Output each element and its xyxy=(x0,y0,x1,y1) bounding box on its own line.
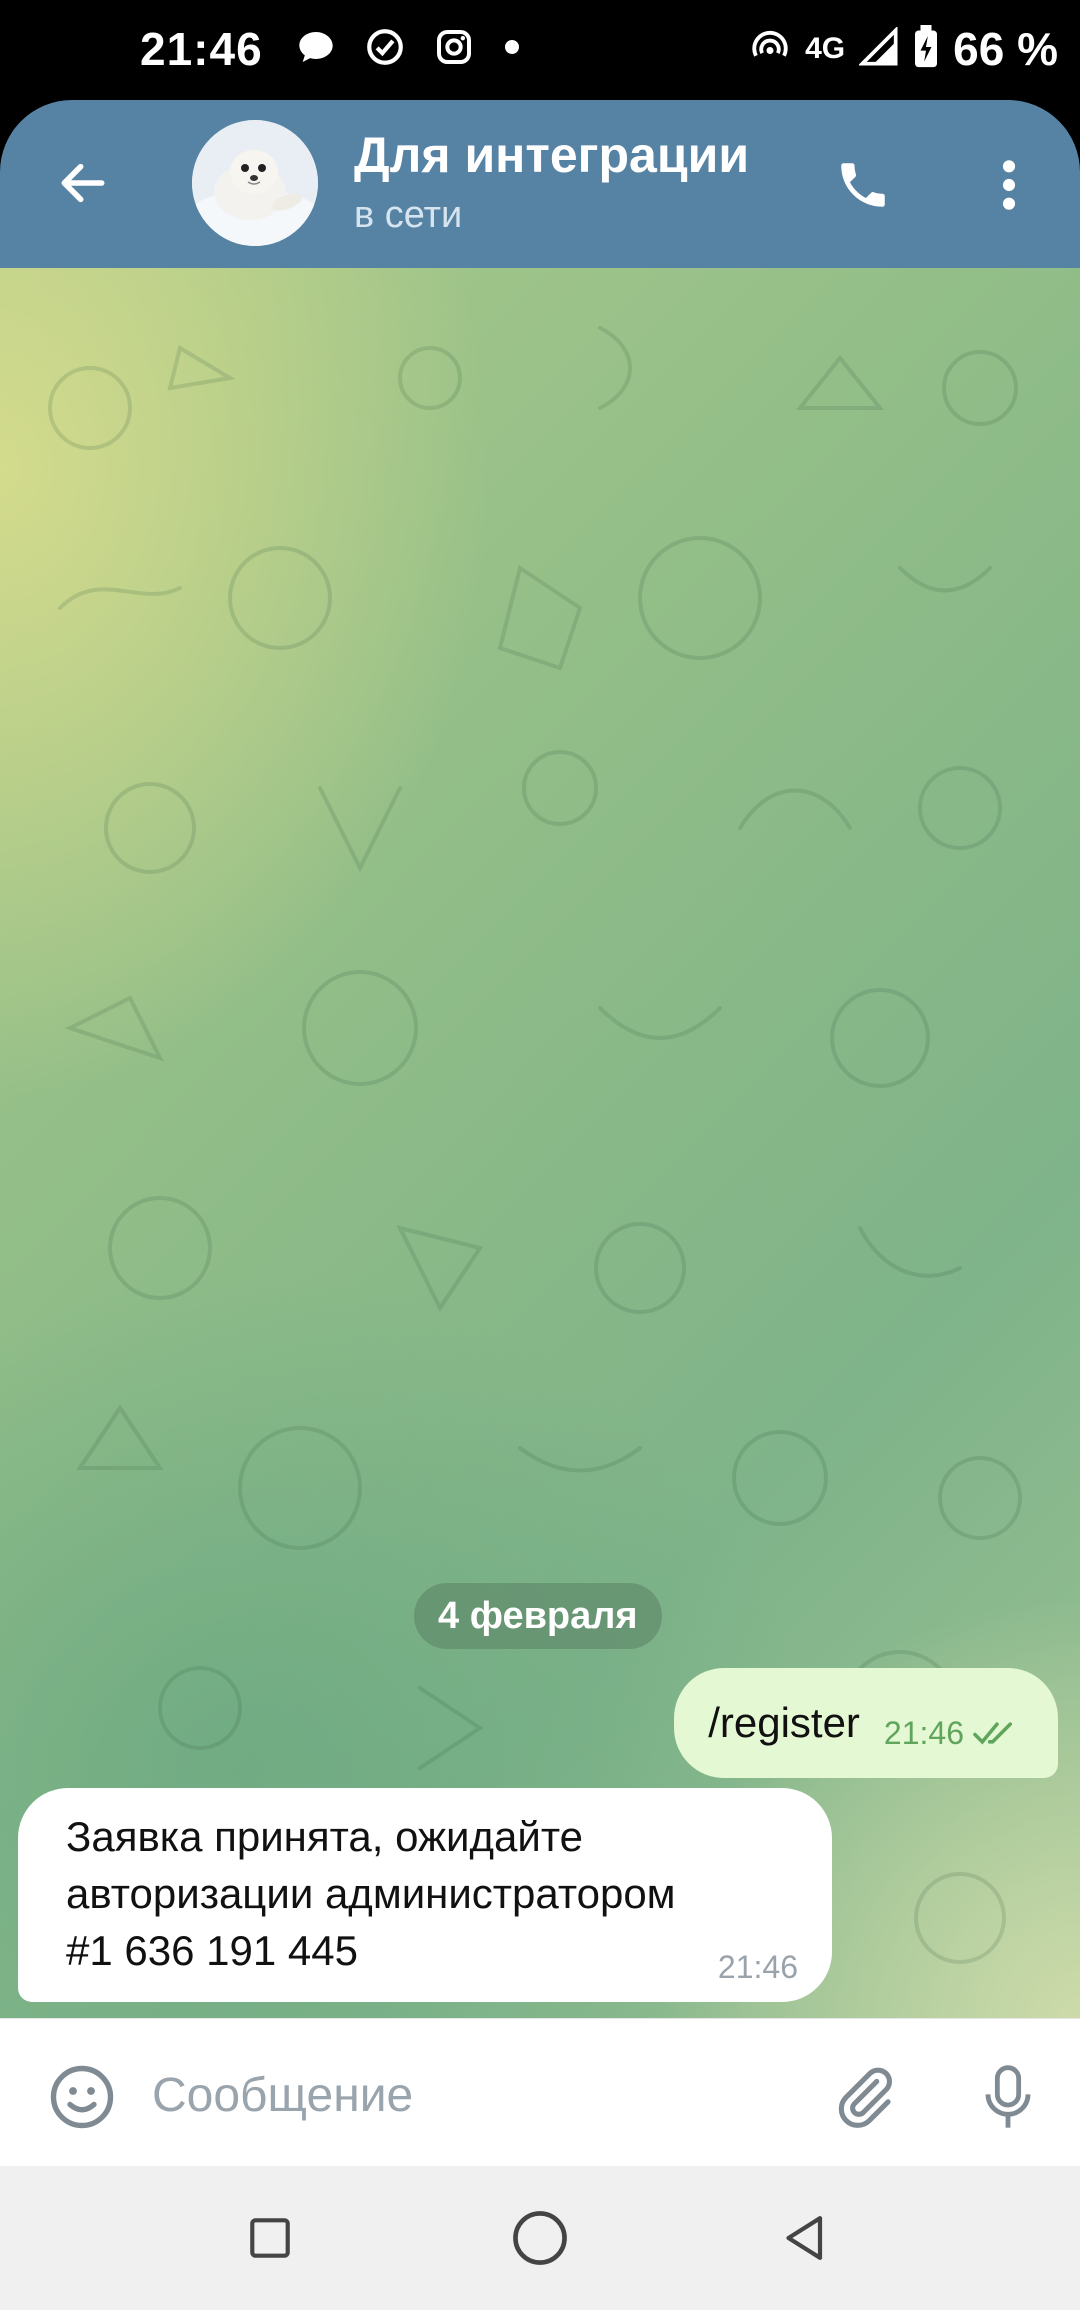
outgoing-message[interactable]: /register 21:46 xyxy=(674,1668,1058,1778)
system-nav-bar xyxy=(0,2166,1080,2310)
back-icon xyxy=(786,2216,823,2260)
emoji-icon xyxy=(50,2065,114,2129)
message-time: 21:46 xyxy=(883,1714,964,1751)
battery-percent: 66 % xyxy=(953,23,1058,75)
mic-icon xyxy=(985,2065,1031,2128)
notification-icons xyxy=(296,26,522,73)
chat-area[interactable]: 4 февраля /register 21:46 Заявка принята… xyxy=(0,268,1080,2018)
message-meta: 21:46 xyxy=(884,1715,1022,1752)
chat-bubble-icon xyxy=(296,27,336,72)
call-button[interactable] xyxy=(820,142,906,228)
status-bar: 21:46 4G 66 % xyxy=(0,0,1080,100)
chat-status: в сети xyxy=(354,194,463,236)
check-circle-icon xyxy=(364,26,406,73)
date-separator: 4 февраля xyxy=(414,1583,662,1649)
chat-title[interactable]: Для интеграции xyxy=(354,126,749,184)
battery-icon xyxy=(913,24,939,74)
back-arrow-icon xyxy=(61,163,105,203)
system-icons: 4G 66 % xyxy=(749,22,1058,76)
message-input[interactable] xyxy=(150,2049,794,2141)
status-time: 21:46 xyxy=(140,23,263,75)
instagram-icon xyxy=(434,27,474,72)
message-text: /register xyxy=(708,1699,860,1746)
recent-apps-icon xyxy=(250,2218,290,2258)
hotspot-icon xyxy=(749,26,791,73)
incoming-message[interactable]: Заявка принята, ожидайте авторизации адм… xyxy=(18,1788,832,2002)
double-check-icon xyxy=(973,1722,1012,1745)
dot-icon xyxy=(502,37,522,62)
recent-apps-button[interactable] xyxy=(224,2192,316,2284)
message-time: 21:46 xyxy=(717,1949,798,1985)
chat-header: Для интеграции в сети xyxy=(0,100,1080,268)
more-vert-icon xyxy=(1002,160,1016,210)
message-text: Заявка принята, ожидайте авторизации адм… xyxy=(66,1813,676,1974)
avatar[interactable] xyxy=(192,120,318,246)
voice-record-button[interactable] xyxy=(966,2055,1050,2139)
network-type: 4G xyxy=(805,32,846,65)
message-input-bar xyxy=(0,2018,1080,2167)
home-icon xyxy=(513,2211,567,2265)
attach-button[interactable] xyxy=(822,2055,906,2139)
phone-icon xyxy=(841,163,885,207)
more-options-button[interactable] xyxy=(966,142,1052,228)
home-button[interactable] xyxy=(494,2192,586,2284)
back-nav-button[interactable] xyxy=(760,2192,852,2284)
signal-icon xyxy=(858,25,899,72)
emoji-button[interactable] xyxy=(40,2055,124,2139)
attach-icon xyxy=(838,2067,892,2128)
back-button[interactable] xyxy=(40,140,126,226)
